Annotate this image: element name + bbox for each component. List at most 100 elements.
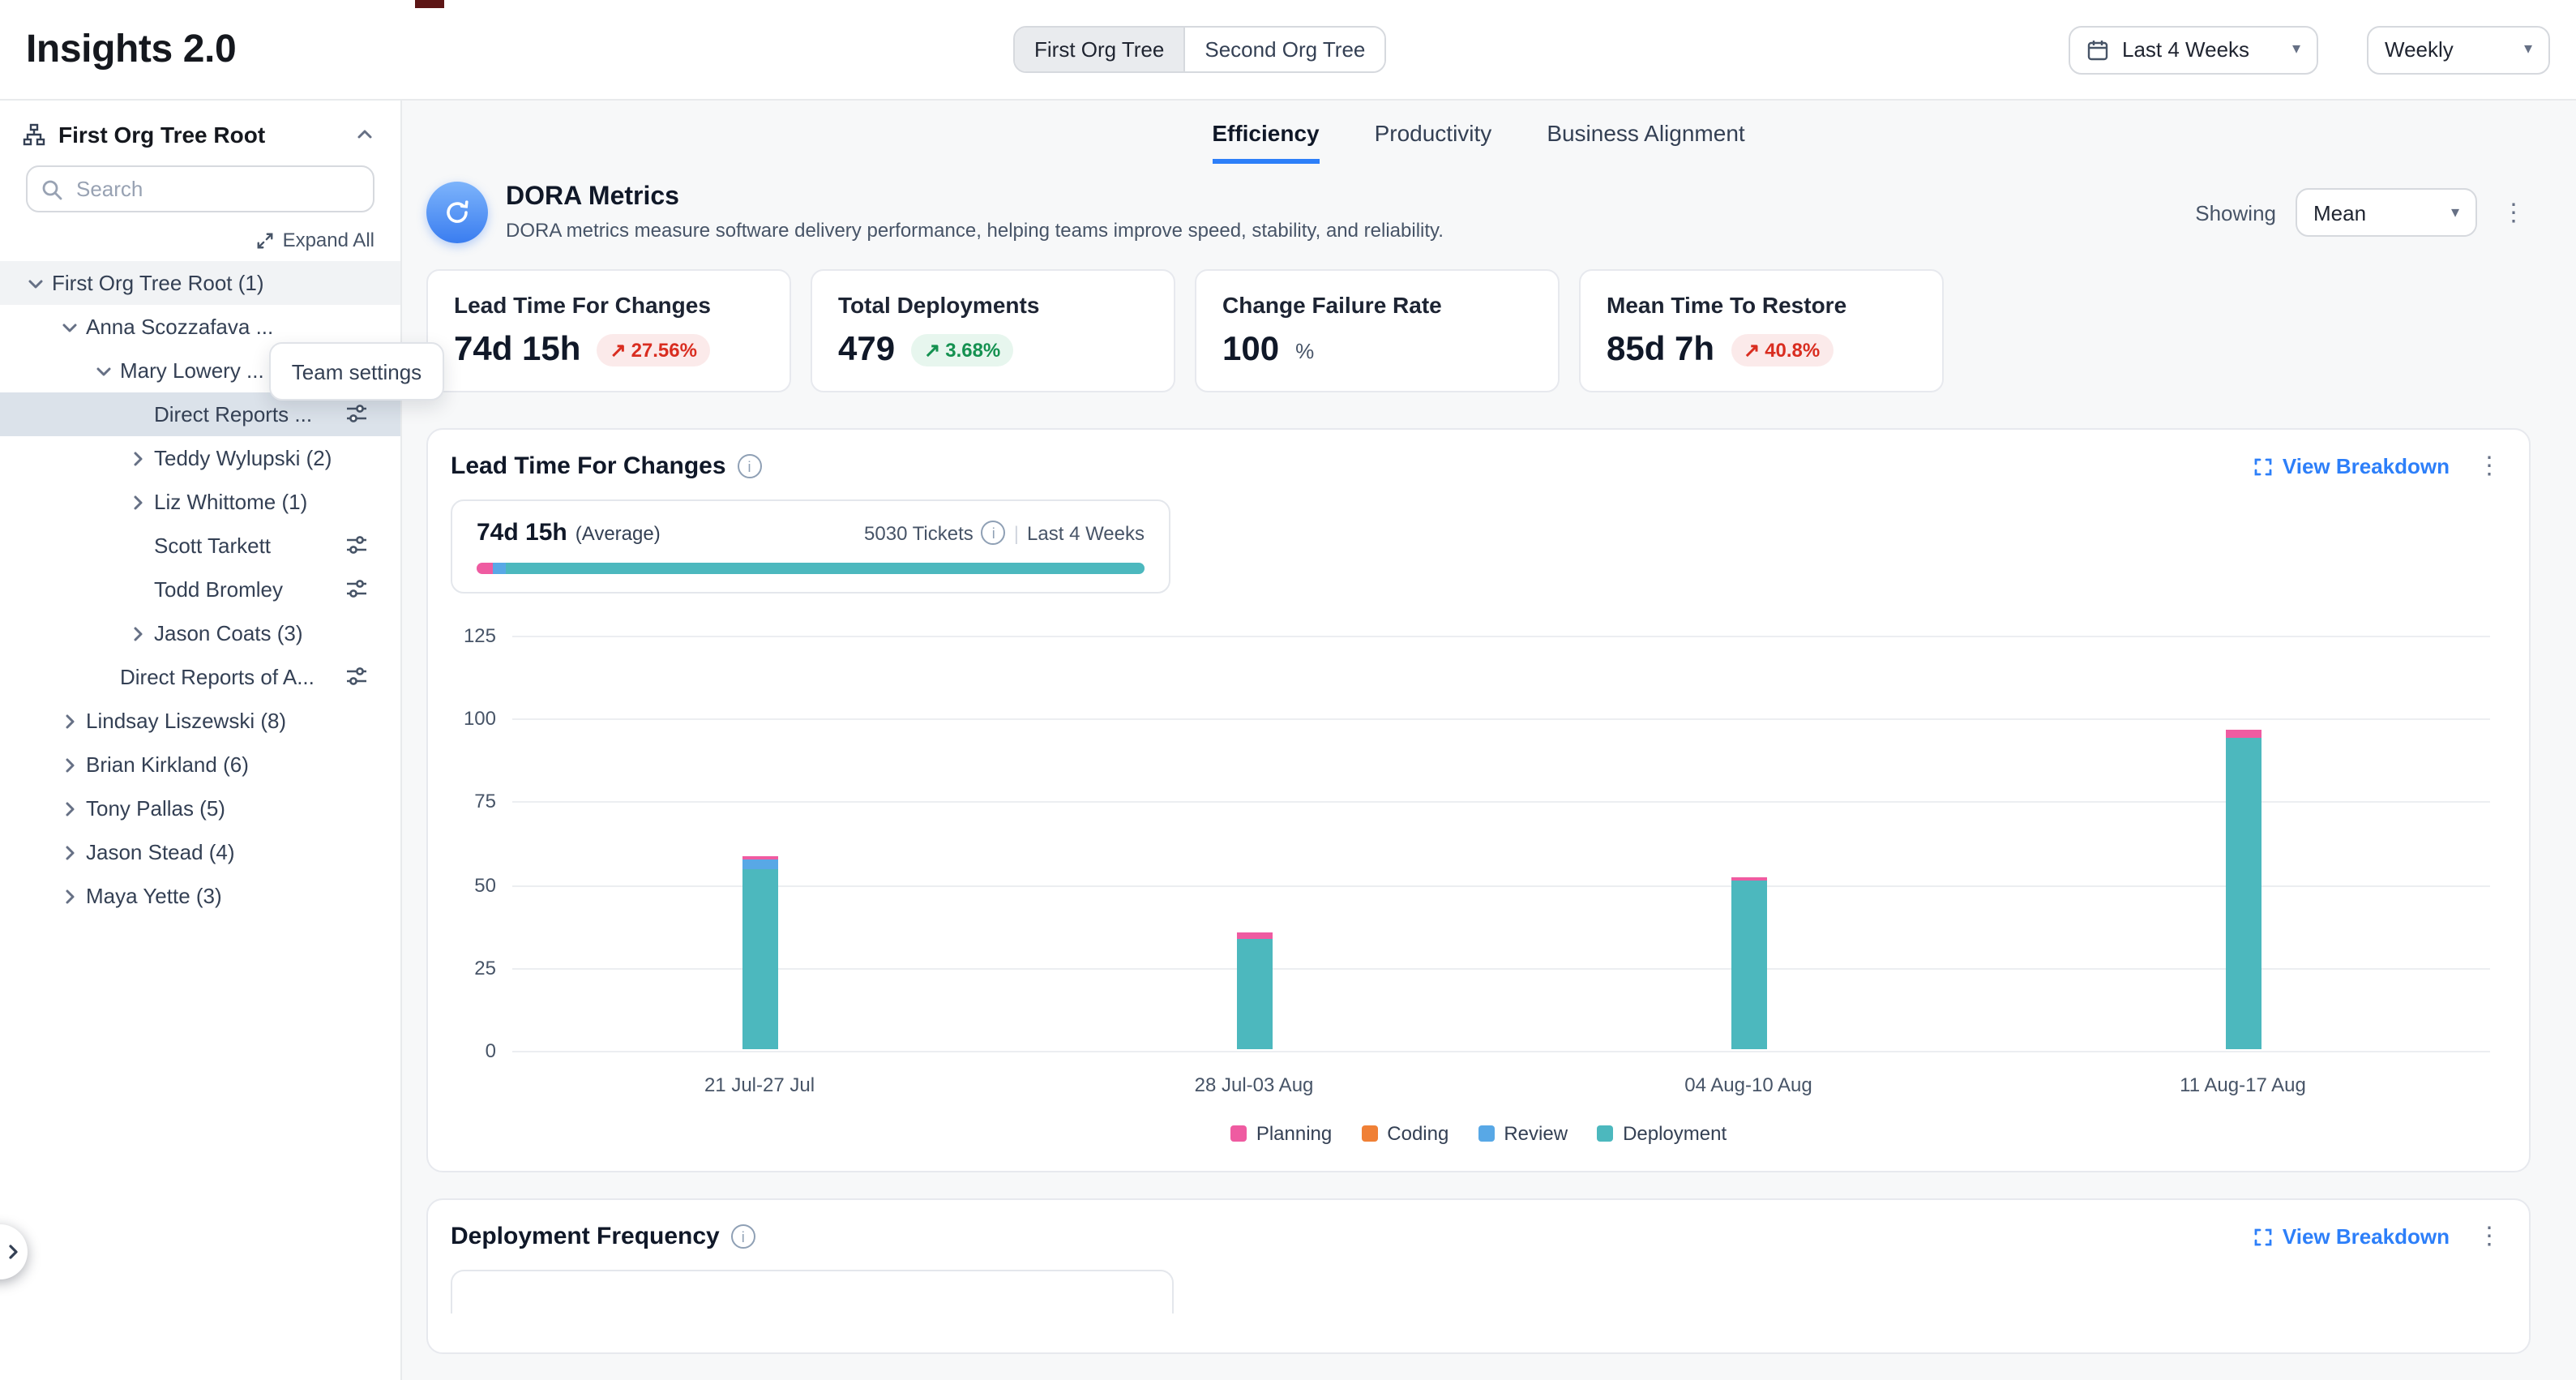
tree-row[interactable]: Scott Tarkett [0,524,400,568]
info-icon[interactable]: i [731,1224,755,1249]
lead-time-card: Lead Time For Changes i View Breakdown ⋮ [426,428,2531,1172]
search-input[interactable] [26,165,374,212]
bar-segment-deployment [1236,940,1272,1049]
tree-row-label: Brian Kirkland (6) [86,752,255,777]
chevron-right-icon[interactable] [53,748,86,781]
tab-productivity[interactable]: Productivity [1375,120,1492,164]
summary-value: 74d 15h [477,519,567,546]
info-icon[interactable]: i [738,454,762,478]
sidebar-search [26,165,374,212]
expand-all-button[interactable]: Expand All [26,229,374,251]
team-settings-icon[interactable] [345,665,368,692]
date-range-select[interactable]: Last 4 Weeks ▾ [2069,25,2318,74]
metric-card-title: Mean Time To Restore [1607,292,1916,318]
metric-card-title: Total Deployments [838,292,1148,318]
kebab-menu-icon[interactable]: ⋮ [2472,454,2506,478]
view-breakdown-label: View Breakdown [2283,454,2450,478]
lead-time-chart: PlanningCodingReviewDeployment 025507510… [451,636,2506,1148]
summary-period: Last 4 Weeks [1027,521,1145,544]
stacked-bar [742,856,777,1049]
chevron-right-icon[interactable] [122,442,154,474]
chevron-right-icon[interactable] [53,705,86,737]
kebab-menu-icon[interactable]: ⋮ [2497,200,2531,225]
metric-card-value: 479 [838,331,895,370]
chevron-down-icon[interactable] [53,311,86,343]
legend-label: Review [1504,1122,1568,1145]
stacked-bar [1236,933,1272,1049]
header-controls: Last 4 Weeks ▾ Weekly ▾ [2069,25,2550,74]
tree-row[interactable]: Maya Yette (3) [0,874,400,918]
phase-segment-planning [477,563,493,574]
granularity-select[interactable]: Weekly ▾ [2367,25,2550,74]
chevron-down-icon[interactable] [88,354,120,387]
tab-efficiency[interactable]: Efficiency [1212,120,1319,164]
tree-row[interactable]: Jason Coats (3) [0,611,400,655]
tree-row-label: First Org Tree Root (1) [52,271,271,295]
section-title: DORA Metrics [506,183,1444,212]
gridline [512,636,2490,637]
tree-row[interactable]: Direct Reports of A... [0,655,400,699]
toggle-second-org-tree[interactable]: Second Org Tree [1185,28,1384,71]
tree-row-label: Jason Stead (4) [86,840,242,864]
view-breakdown-label: View Breakdown [2283,1224,2450,1249]
team-settings-icon[interactable] [345,577,368,605]
tree-row[interactable]: Tony Pallas (5) [0,786,400,830]
tab-business-alignment[interactable]: Business Alignment [1547,120,1744,164]
chevron-right-icon[interactable] [53,880,86,912]
stacked-bar [1731,876,1766,1049]
chevron-right-icon[interactable] [53,836,86,868]
summary-qualifier: (Average) [576,521,661,544]
expand-all-label: Expand All [283,229,374,251]
tree-row[interactable]: Jason Stead (4) [0,830,400,874]
tree-row[interactable]: First Org Tree Root (1) [0,261,400,305]
bar-segment-review [742,860,777,870]
trend-up-arrow-icon: ↗ [924,339,940,362]
trend-up-arrow-icon: ↗ [1744,339,1760,362]
chevron-down-icon[interactable] [19,267,52,299]
card-title: Lead Time For Changes [451,452,726,480]
chevron-right-icon[interactable] [122,617,154,649]
expand-diagonal-icon [257,231,275,249]
showing-label: Showing [2195,200,2276,225]
view-breakdown-button[interactable]: View Breakdown [2253,1224,2450,1249]
team-settings-icon[interactable] [345,402,368,430]
chevron-down-icon: ▾ [2292,41,2300,58]
main-tabs: Efficiency Productivity Business Alignment [426,101,2531,162]
tree-row[interactable]: Lindsay Liszewski (8) [0,699,400,743]
tree-row-label: Teddy Wylupski (2) [154,446,338,470]
chevron-right-icon[interactable] [53,792,86,825]
view-breakdown-button[interactable]: View Breakdown [2253,454,2450,478]
team-settings-tooltip: Team settings [269,342,444,401]
tree-row[interactable]: Liz Whittome (1) [0,480,400,524]
delta-badge: ↗27.56% [597,334,710,366]
org-tree-icon [23,123,45,146]
legend-item-review: Review [1478,1122,1568,1145]
granularity-value: Weekly [2385,37,2454,62]
gridline [512,885,2490,886]
chevron-right-icon[interactable] [122,486,154,518]
kebab-menu-icon[interactable]: ⋮ [2472,1224,2506,1249]
legend-swatch [1361,1125,1377,1142]
expand-corners-icon [2253,1227,2273,1246]
tree-row[interactable]: Todd Bromley [0,568,400,611]
y-axis-tick-label: 125 [451,624,496,647]
metric-card-value: 100 [1222,331,1279,370]
legend-swatch [1597,1125,1613,1142]
tree-row-label: Maya Yette (3) [86,884,229,908]
separator: | [1014,521,1019,544]
card-title: Deployment Frequency [451,1223,720,1250]
metric-card: Change Failure Rate100% [1195,269,1560,392]
toggle-first-org-tree[interactable]: First Org Tree [1015,28,1185,71]
info-icon[interactable]: i [982,521,1006,545]
tree-indent-spacer [122,573,154,606]
legend-item-coding: Coding [1361,1122,1448,1145]
tree-row[interactable]: Brian Kirkland (6) [0,743,400,786]
phase-segment-review [493,563,506,574]
stacked-bar [2225,731,2261,1049]
tree-row[interactable]: Teddy Wylupski (2) [0,436,400,480]
chevron-down-icon: ▾ [2524,41,2532,58]
aggregation-select[interactable]: Mean ▾ [2296,188,2477,237]
sidebar-collapse-button[interactable] [352,122,378,148]
gridline [512,968,2490,970]
team-settings-icon[interactable] [345,534,368,561]
